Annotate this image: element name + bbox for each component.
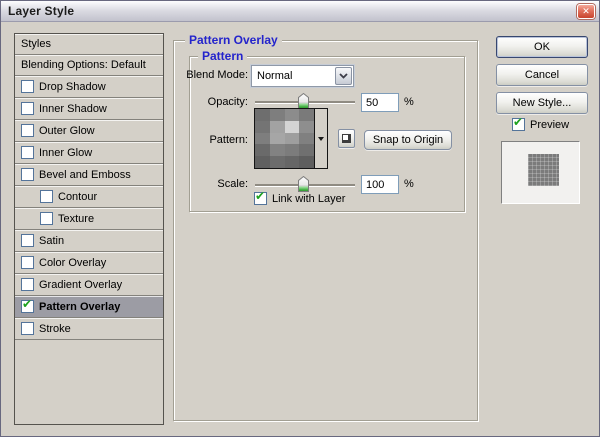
opacity-unit: %: [404, 96, 414, 108]
sidebar-item-blending-options[interactable]: Blending Options: Default: [15, 55, 163, 76]
blend-mode-label: Blend Mode:: [186, 69, 248, 81]
blend-mode-value: Normal: [257, 70, 293, 82]
inner-shadow-checkbox[interactable]: ✔: [21, 102, 34, 115]
bevel-emboss-checkbox[interactable]: ✔: [21, 168, 34, 181]
sidebar-item-label: Contour: [58, 190, 98, 203]
sidebar-item-label: Pattern Overlay: [39, 300, 121, 313]
sidebar-item-label: Styles: [21, 38, 51, 50]
pattern-swatch-cell: [269, 132, 285, 145]
check-icon: ✔: [255, 189, 266, 203]
ok-button[interactable]: OK: [496, 36, 588, 58]
sidebar-item-outer-glow[interactable]: ✔ Outer Glow: [15, 120, 163, 142]
pattern-swatch-cell: [284, 120, 300, 133]
new-pattern-icon: [342, 134, 351, 143]
pattern-swatch-grid[interactable]: [255, 109, 314, 168]
sidebar-item-label: Inner Shadow: [39, 102, 107, 115]
preview-pattern-swatch: [528, 154, 559, 186]
sidebar-item-label: Drop Shadow: [39, 80, 106, 93]
check-icon: ✔: [513, 115, 524, 129]
sidebar-item-label: Inner Glow: [39, 146, 93, 159]
inner-glow-checkbox[interactable]: ✔: [21, 146, 34, 159]
sidebar-item-gradient-overlay[interactable]: ✔ Gradient Overlay: [15, 274, 163, 296]
opacity-label: Opacity:: [207, 96, 248, 108]
sidebar-item-satin[interactable]: ✔ Satin: [15, 230, 163, 252]
sidebar-item-label: Texture: [58, 212, 95, 225]
pattern-swatch-cell: [284, 109, 300, 121]
pattern-swatch-cell: [299, 144, 314, 157]
dialog-title: Layer Style: [8, 4, 75, 18]
link-with-layer-checkbox[interactable]: ✔: [254, 189, 267, 205]
pattern-swatch-cell: [299, 132, 314, 145]
scale-slider-thumb[interactable]: [298, 175, 309, 192]
outer-glow-checkbox[interactable]: ✔: [21, 124, 34, 137]
link-with-layer-label: Link with Layer: [272, 193, 346, 205]
satin-checkbox[interactable]: ✔: [21, 234, 34, 247]
sidebar-item-inner-shadow[interactable]: ✔ Inner Shadow: [15, 98, 163, 120]
sidebar-item-bevel-and-emboss[interactable]: ✔ Bevel and Emboss: [15, 164, 163, 186]
preview-thumbnail: [501, 141, 580, 204]
scale-unit: %: [404, 178, 414, 190]
sidebar-item-label: Bevel and Emboss: [39, 168, 131, 181]
gradient-overlay-checkbox[interactable]: ✔: [21, 278, 34, 291]
sidebar-item-contour[interactable]: ✔ Contour: [15, 186, 163, 208]
stroke-checkbox[interactable]: ✔: [21, 322, 34, 335]
pattern-swatch-cell: [284, 156, 300, 168]
close-icon[interactable]: ✕: [577, 3, 595, 19]
pattern-swatch-cell: [255, 144, 270, 157]
pattern-overlay-checkbox[interactable]: ✔: [21, 297, 34, 313]
new-pattern-button[interactable]: [338, 129, 355, 148]
sidebar-item-label: Blending Options: Default: [21, 59, 146, 71]
sidebar-item-color-overlay[interactable]: ✔ Color Overlay: [15, 252, 163, 274]
sidebar-item-label: Satin: [39, 234, 65, 247]
title-bar[interactable]: Layer Style ✕: [1, 1, 599, 22]
sidebar-item-stroke[interactable]: ✔ Stroke: [15, 318, 163, 340]
scale-input[interactable]: [361, 175, 399, 194]
scale-label: Scale:: [217, 178, 248, 190]
pattern-swatch-cell: [299, 120, 314, 133]
pattern-label: Pattern:: [209, 134, 248, 146]
check-icon: ✔: [22, 297, 33, 311]
pattern-swatch-cell: [255, 132, 270, 145]
preview-label: Preview: [530, 119, 570, 131]
pattern-swatch-cell: [284, 132, 300, 145]
drop-shadow-checkbox[interactable]: ✔: [21, 80, 34, 93]
preview-checkbox[interactable]: ✔: [512, 115, 525, 131]
sidebar-empty-area: [15, 340, 163, 424]
pattern-swatch-cell: [269, 156, 285, 168]
styles-list: Styles Blending Options: Default ✔ Drop …: [14, 33, 164, 425]
pattern-swatch-cell: [255, 120, 270, 133]
contour-checkbox[interactable]: ✔: [40, 190, 53, 203]
pattern-swatch-cell: [269, 109, 285, 121]
blend-mode-select[interactable]: Normal: [251, 65, 354, 87]
subgroup-title: Pattern: [198, 49, 248, 63]
pattern-swatch-cell: [269, 120, 285, 133]
pattern-swatch-cell: [299, 109, 314, 121]
group-title: Pattern Overlay: [185, 33, 282, 47]
texture-checkbox[interactable]: ✔: [40, 212, 53, 225]
sidebar-item-label: Outer Glow: [39, 124, 95, 137]
chevron-down-icon[interactable]: [335, 67, 352, 85]
sidebar-item-label: Gradient Overlay: [39, 278, 123, 291]
opacity-input[interactable]: [361, 93, 399, 112]
pattern-picker[interactable]: [254, 108, 328, 169]
pattern-dropdown-arrow-icon[interactable]: [314, 109, 327, 168]
sidebar-item-styles[interactable]: Styles: [15, 34, 163, 55]
layer-style-dialog: Layer Style ✕ Styles Blending Options: D…: [0, 0, 600, 437]
sidebar-item-drop-shadow[interactable]: ✔ Drop Shadow: [15, 76, 163, 98]
sidebar-item-pattern-overlay[interactable]: ✔ Pattern Overlay: [15, 296, 163, 318]
sidebar-item-inner-glow[interactable]: ✔ Inner Glow: [15, 142, 163, 164]
pattern-swatch-cell: [269, 144, 285, 157]
new-style-button[interactable]: New Style...: [496, 92, 588, 114]
sidebar-item-label: Stroke: [39, 322, 71, 335]
pattern-swatch-cell: [255, 156, 270, 168]
sidebar-item-label: Color Overlay: [39, 256, 107, 269]
cancel-button[interactable]: Cancel: [496, 64, 588, 86]
pattern-swatch-cell: [299, 156, 314, 168]
opacity-slider-thumb[interactable]: [298, 92, 309, 109]
sidebar-item-texture[interactable]: ✔ Texture: [15, 208, 163, 230]
pattern-swatch-cell: [255, 109, 270, 121]
snap-to-origin-button[interactable]: Snap to Origin: [364, 130, 452, 150]
pattern-swatch-cell: [284, 144, 300, 157]
color-overlay-checkbox[interactable]: ✔: [21, 256, 34, 269]
